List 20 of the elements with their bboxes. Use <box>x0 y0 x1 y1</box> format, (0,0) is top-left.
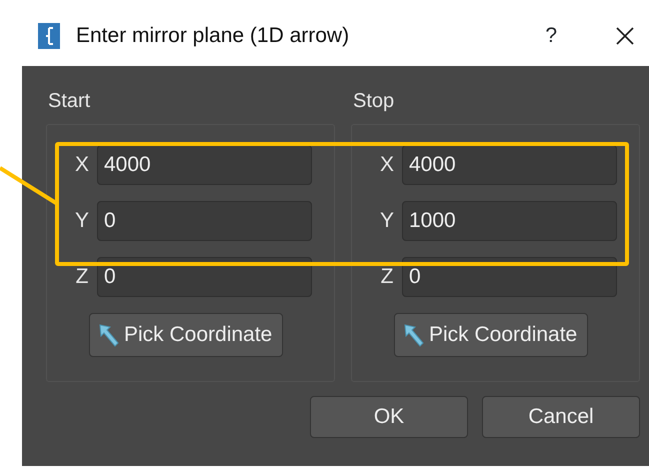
field-label: Y <box>378 208 395 234</box>
field-label: Y <box>74 208 90 234</box>
dialog-button[interactable]: Cancel <box>482 396 640 438</box>
field-label: Z <box>74 264 90 290</box>
input-field[interactable]: 4000 <box>402 145 617 185</box>
input-field[interactable]: 0 <box>97 201 312 241</box>
field-label: X <box>74 152 90 178</box>
input-field[interactable]: 0 <box>97 257 312 297</box>
input-field[interactable]: 4000 <box>97 145 312 185</box>
group-title: Stop <box>352 89 396 114</box>
input-field[interactable]: 0 <box>402 257 617 297</box>
pick-coordinate-button[interactable]: Pick Coordinate <box>89 313 284 357</box>
window-title: Enter mirror plane (1D arrow) <box>76 23 350 50</box>
help-button[interactable]: ? <box>545 20 557 52</box>
input-field[interactable]: 1000 <box>402 201 617 241</box>
field-label: X <box>378 152 395 178</box>
group-title: Start <box>47 89 92 114</box>
field-label: Z <box>380 264 394 290</box>
pick-coordinate-button[interactable]: Pick Coordinate <box>394 313 588 357</box>
dialog-button[interactable]: OK <box>310 396 468 438</box>
